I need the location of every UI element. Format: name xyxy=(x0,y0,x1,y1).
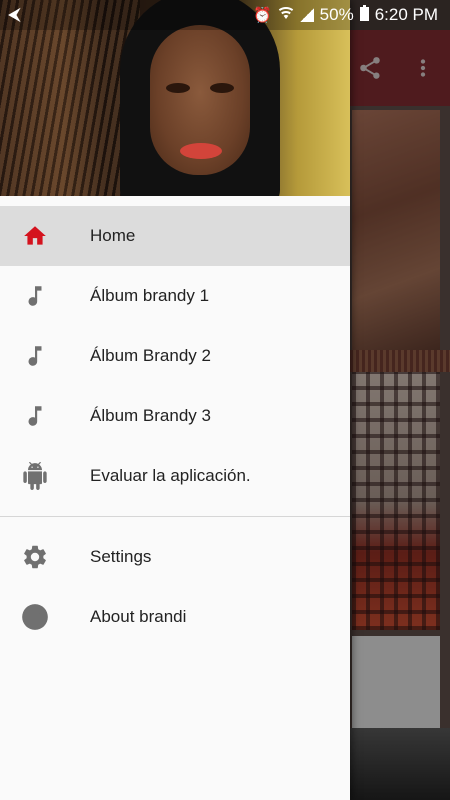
menu-item-label: About brandi xyxy=(90,607,187,626)
menu-item-label: Álbum brandy 1 xyxy=(90,286,210,305)
android-icon xyxy=(20,461,50,491)
menu-item-label: Home xyxy=(90,226,136,245)
home-icon xyxy=(20,221,50,251)
battery-percent: 50% xyxy=(319,5,354,24)
menu-divider xyxy=(0,516,350,517)
portrait-lips xyxy=(180,143,222,159)
menu-item-album-3[interactable]: Álbum Brandy 3 xyxy=(0,386,350,446)
help-icon xyxy=(20,602,50,632)
menu-item-label: Álbum Brandy 2 xyxy=(90,346,211,365)
wifi-icon xyxy=(278,5,294,25)
menu-item-home[interactable]: Home xyxy=(0,206,350,266)
menu-item-about[interactable]: About brandi xyxy=(0,587,350,647)
menu-item-settings[interactable]: Settings xyxy=(0,527,350,587)
menu-item-album-1[interactable]: Álbum brandy 1 xyxy=(0,266,350,326)
alarm-icon: ⏰ xyxy=(252,7,272,24)
battery-icon xyxy=(359,5,369,25)
menu-item-rate-app[interactable]: Evaluar la aplicación. xyxy=(0,446,350,506)
music-note-icon xyxy=(20,281,50,311)
portrait-eye xyxy=(210,83,234,93)
music-note-icon xyxy=(20,401,50,431)
menu-item-album-2[interactable]: Álbum Brandy 2 xyxy=(0,326,350,386)
signal-icon xyxy=(299,8,314,22)
header-portrait-face xyxy=(150,25,250,175)
status-bar: ⮜ ⏰ 50% 6:20 PM xyxy=(0,0,450,30)
clock: 6:20 PM xyxy=(374,5,438,24)
navigation-drawer: Home Álbum brandy 1 Álbum Brandy 2 Álbum… xyxy=(0,0,350,800)
back-arrow-icon[interactable]: ⮜ xyxy=(8,4,21,25)
menu-item-label: Evaluar la aplicación. xyxy=(90,466,251,485)
menu-item-label: Settings xyxy=(90,547,152,566)
status-bar-indicators: ⏰ 50% 6:20 PM xyxy=(253,5,438,25)
portrait-eye xyxy=(166,83,190,93)
drawer-menu: Home Álbum brandy 1 Álbum Brandy 2 Álbum… xyxy=(0,206,350,647)
menu-item-label: Álbum Brandy 3 xyxy=(90,406,211,425)
gear-icon xyxy=(20,542,50,572)
music-note-icon xyxy=(20,341,50,371)
